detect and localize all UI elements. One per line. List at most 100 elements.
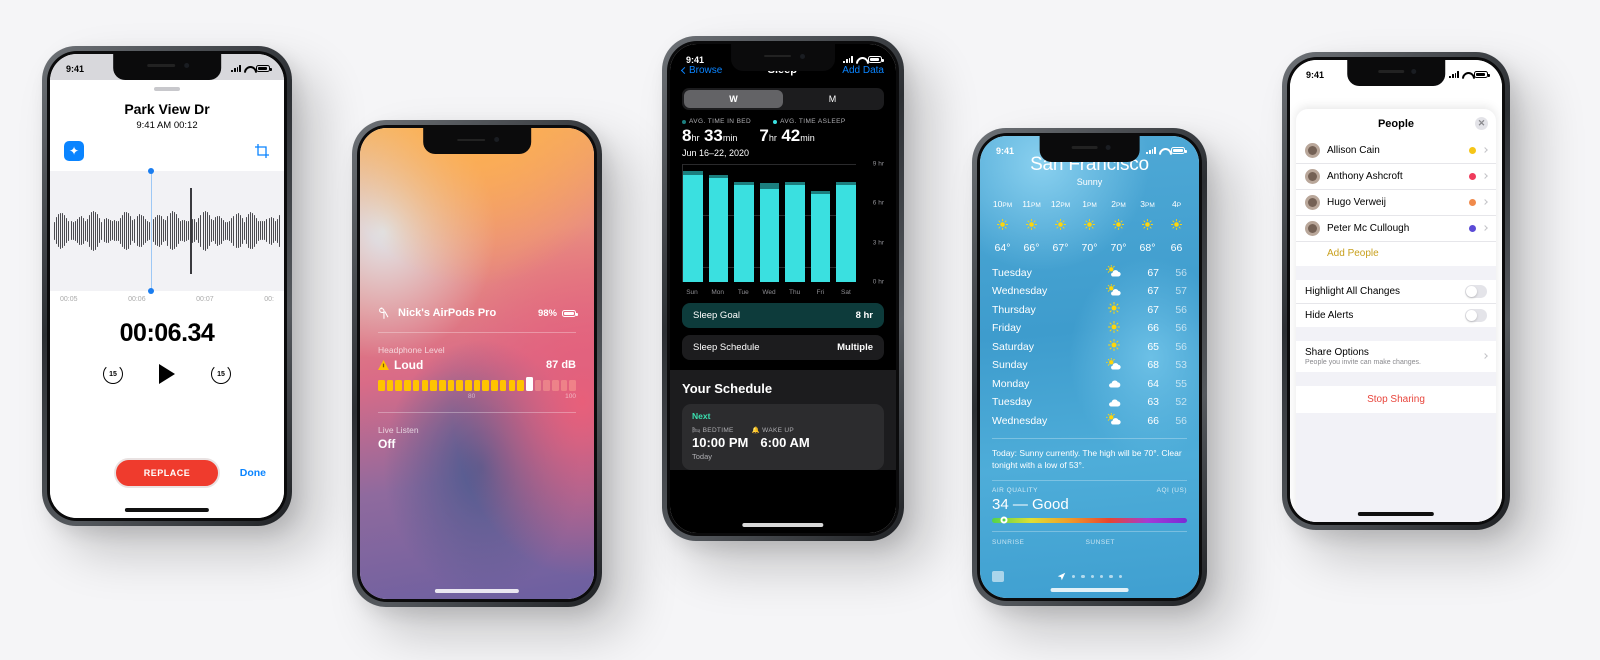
toggle-switch[interactable] [1465, 308, 1487, 322]
hourly-cell[interactable]: 10PM 64° [988, 199, 1017, 254]
daily-forecast[interactable]: Tuesday 67 56 Wednesday 67 57 Thursday 67 56 Frid… [980, 254, 1199, 431]
page-dot[interactable] [1118, 574, 1123, 579]
skip-back-15-button[interactable]: 15 [103, 363, 123, 384]
live-listen-value[interactable]: Off [378, 437, 576, 451]
home-indicator[interactable] [1050, 588, 1129, 592]
hourly-cell[interactable]: 12PM 67° [1046, 199, 1075, 254]
waveform[interactable] [50, 209, 284, 253]
sun-cloud-icon [1105, 412, 1121, 425]
people-list[interactable]: Allison Cain Anthony Ashcroft Hugo Verweij… [1296, 137, 1496, 242]
replace-button[interactable]: REPLACE [113, 458, 221, 488]
daily-row[interactable]: Sunday 68 53 [992, 356, 1187, 375]
x-tick-label: Thu [789, 289, 801, 296]
skip-forward-15-button[interactable]: 15 [211, 363, 231, 384]
schedule-labels: 🛏 BEDTIME 🔔 WAKE UP [692, 426, 874, 434]
home-indicator[interactable] [434, 589, 520, 593]
notch [1347, 60, 1445, 86]
hourly-forecast[interactable]: 10PM 64° 11PM 66° 12PM 67° 1PM 70° 2PM 70° 3PM 68° 4… [980, 187, 1199, 254]
hour-temp: 67° [1052, 241, 1069, 254]
page-dot[interactable] [1109, 574, 1113, 579]
page-dot[interactable] [1071, 574, 1076, 579]
waveform-bar [140, 214, 142, 247]
chart-bar[interactable] [785, 181, 805, 282]
waveform-area[interactable] [50, 167, 284, 294]
daily-row[interactable]: Thursday 67 56 [992, 301, 1187, 320]
home-indicator[interactable] [1357, 512, 1435, 516]
stat-hours-unit: hr [768, 133, 777, 143]
sheet-grabber[interactable] [154, 86, 180, 91]
playhead-handle[interactable] [148, 167, 154, 294]
waveform-bar [252, 212, 253, 249]
add-people-button[interactable]: Add People [1296, 241, 1496, 266]
hourly-cell[interactable]: 3PM 68° [1133, 199, 1162, 254]
person-row[interactable]: Allison Cain [1296, 138, 1496, 164]
notch [423, 128, 531, 155]
list-icon[interactable] [992, 571, 1004, 582]
secondary-marker[interactable] [190, 187, 192, 275]
person-row[interactable]: Anthony Ashcroft [1296, 164, 1496, 190]
hourly-cell[interactable]: 1PM 70° [1075, 199, 1104, 254]
chart-bar[interactable] [708, 175, 729, 282]
sunrise-label: SUNRISE [992, 538, 1025, 546]
chart-bar[interactable] [734, 181, 754, 282]
air-quality-scale [992, 516, 1187, 524]
daily-row[interactable]: Wednesday 66 56 [992, 412, 1187, 431]
person-row[interactable]: Peter Mc Cullough [1296, 216, 1496, 242]
device-row[interactable]: Nick's AirPods Pro 98% [378, 307, 578, 320]
next-schedule-card[interactable]: Next 🛏 BEDTIME 🔔 WAKE UP 10:00 PM 6:00 A… [682, 404, 884, 470]
hour-icon [1162, 217, 1191, 235]
day-low: 56 [1175, 303, 1187, 316]
toggle-switch[interactable] [1465, 284, 1487, 298]
divider [378, 411, 576, 413]
tab-week[interactable]: W [684, 90, 783, 108]
waveform-bar [138, 214, 140, 248]
daily-row[interactable]: Wednesday 67 57 [992, 282, 1187, 301]
airpods-icon [379, 307, 389, 319]
waveform-bar [115, 220, 117, 241]
daily-row[interactable]: Tuesday 67 56 [992, 264, 1187, 283]
home-indicator[interactable] [124, 508, 210, 512]
page-dots[interactable] [1057, 572, 1123, 581]
share-options-row[interactable]: Share Options People you invite can make… [1296, 341, 1496, 372]
daily-row[interactable]: Monday 64 55 [992, 375, 1187, 394]
daily-row[interactable]: Friday 66 56 [992, 319, 1187, 338]
hourly-cell[interactable]: 11PM 66° [1017, 199, 1046, 254]
waveform-bar [134, 218, 136, 243]
toggle-row[interactable]: Highlight All Changes [1296, 280, 1496, 304]
page-dot[interactable] [1090, 574, 1094, 579]
waveform-bar [78, 216, 80, 245]
hourly-cell[interactable]: 2PM 70° [1104, 199, 1133, 254]
tab-month[interactable]: M [783, 90, 882, 108]
done-button[interactable]: Done [240, 467, 266, 479]
hour-temp: 66 [1170, 241, 1183, 254]
day-high: 68 [1147, 359, 1159, 372]
share-options-section[interactable]: Share Options People you invite can make… [1296, 340, 1496, 372]
person-row[interactable]: Hugo Verweij [1296, 190, 1496, 216]
chart-bar[interactable] [759, 182, 780, 282]
sleep-schedule-row[interactable]: Sleep Schedule Multiple [682, 335, 884, 360]
chart-bar[interactable] [836, 181, 856, 282]
waveform-bar [105, 218, 107, 244]
play-icon[interactable] [159, 363, 175, 384]
daily-row[interactable]: Saturday 65 56 [992, 338, 1187, 357]
sleep-goal-label: Sleep Goal [693, 310, 741, 321]
daily-row[interactable]: Tuesday 63 52 [992, 393, 1187, 412]
hourly-cell[interactable]: 4P 66 [1162, 199, 1191, 254]
toggle-list[interactable]: Highlight All Changes Hide Alerts [1296, 279, 1496, 327]
sleep-goal-row[interactable]: Sleep Goal 8 hr [682, 303, 884, 328]
page-dot[interactable] [1081, 574, 1085, 579]
range-segmented-control[interactable]: W M [682, 88, 884, 110]
magic-wand-icon[interactable]: ✦ [64, 140, 84, 161]
page-dot[interactable] [1100, 574, 1104, 579]
toggle-row[interactable]: Hide Alerts [1296, 304, 1496, 327]
chart-bar[interactable] [683, 170, 703, 282]
close-icon[interactable]: ✕ [1475, 116, 1488, 130]
home-indicator[interactable] [742, 523, 824, 527]
crop-icon[interactable] [254, 143, 270, 159]
meter-segment [456, 379, 463, 391]
waveform-bar [212, 220, 214, 242]
waveform-bar [249, 212, 251, 250]
chart-bar[interactable] [810, 191, 831, 282]
chevron-right-icon [1482, 147, 1488, 153]
stop-sharing-button[interactable]: Stop Sharing [1296, 385, 1496, 413]
